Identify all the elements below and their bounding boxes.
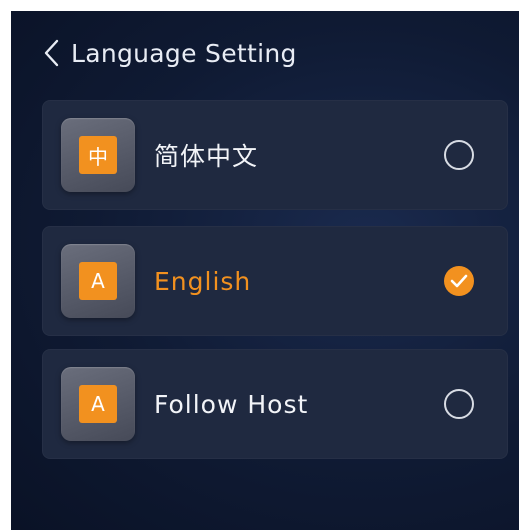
language-icon-tile: A	[61, 244, 135, 318]
checkmark-icon	[450, 274, 468, 288]
language-option-follow-host[interactable]: A Follow Host	[42, 349, 508, 459]
language-setting-screen: Language Setting 中 简体中文 A English A Foll…	[11, 11, 519, 530]
language-option-label: 简体中文	[154, 142, 259, 171]
language-option-english[interactable]: A English	[42, 226, 508, 336]
header: Language Setting	[39, 35, 297, 71]
language-option-simplified-chinese[interactable]: 中 简体中文	[42, 100, 508, 210]
language-option-label: English	[154, 266, 252, 296]
letter-a-icon: A	[79, 262, 117, 300]
chinese-character-icon: 中	[79, 136, 117, 174]
chevron-left-icon	[44, 39, 59, 67]
radio-unchecked[interactable]	[444, 389, 474, 419]
back-button[interactable]	[39, 35, 63, 71]
radio-unchecked[interactable]	[444, 140, 474, 170]
letter-a-icon: A	[79, 385, 117, 423]
language-icon-tile: 中	[61, 118, 135, 192]
language-icon-tile: A	[61, 367, 135, 441]
radio-checked[interactable]	[444, 266, 474, 296]
language-option-label: Follow Host	[154, 389, 309, 419]
page-title: Language Setting	[71, 38, 297, 68]
